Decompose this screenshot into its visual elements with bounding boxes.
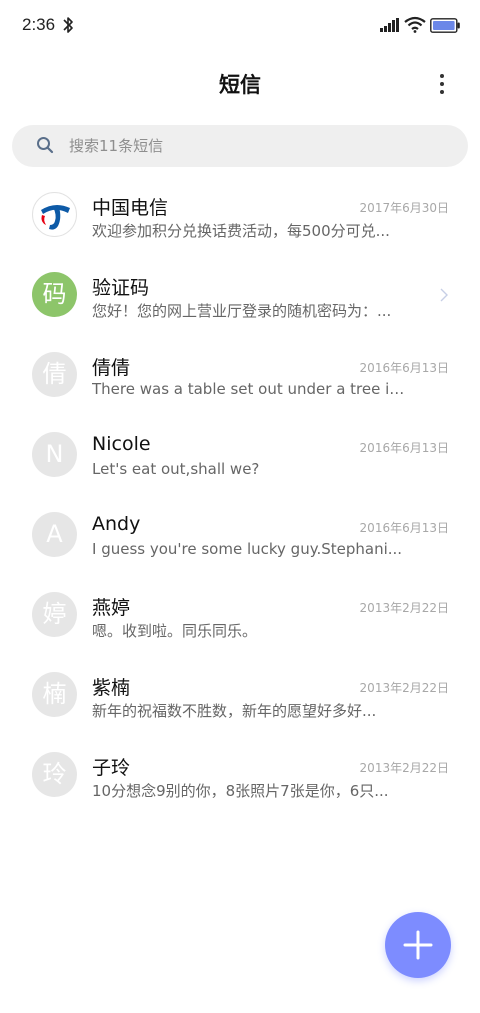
- conversation-date: 2013年2月22日: [359, 681, 449, 695]
- avatar: N: [32, 432, 77, 477]
- avatar: 码: [32, 272, 77, 317]
- conversation-preview: I guess you're some lucky guy.Stephani..…: [92, 540, 403, 558]
- more-vertical-icon[interactable]: [430, 71, 454, 97]
- conversation-item[interactable]: N Nicole 2016年6月13日 Let's eat out,shall …: [0, 416, 480, 496]
- conversation-name: 中国电信: [92, 197, 169, 219]
- conversation-date: 2016年6月13日: [359, 361, 449, 375]
- conversation-name: 燕婷: [92, 597, 131, 619]
- avatar: 倩: [32, 352, 77, 397]
- status-time: 2:36: [22, 15, 56, 34]
- conversation-item[interactable]: 楠 紫楠 2013年2月22日 新年的祝福数不胜数，新年的愿望好多好...: [0, 656, 480, 736]
- page-title: 短信: [219, 73, 261, 97]
- conversation-item[interactable]: 倩 倩倩 2016年6月13日 There was a table set ou…: [0, 336, 480, 416]
- conversation-date: 2016年6月13日: [359, 441, 449, 455]
- conversation-date: 2017年6月30日: [359, 201, 449, 215]
- bluetooth-icon: [63, 17, 73, 33]
- conversation-date: 2013年2月22日: [359, 601, 449, 615]
- conversation-preview: 10分想念9别的你，8张照片7张是你，6只...: [92, 782, 389, 800]
- conversation-item[interactable]: A Andy 2016年6月13日 I guess you're some lu…: [0, 496, 480, 576]
- chevron-right-icon[interactable]: [439, 287, 449, 303]
- conversation-preview: 您好！您的网上营业厅登录的随机密码为：...: [92, 302, 392, 320]
- conversation-item[interactable]: 中国电信 2017年6月30日 欢迎参加积分兑换话费活动，每500分可兑...: [0, 176, 480, 256]
- avatar: 玲: [32, 752, 77, 797]
- conversation-preview: There was a table set out under a tree i…: [92, 380, 412, 398]
- china-telecom-logo-icon: [32, 192, 77, 237]
- conversation-name: 验证码: [92, 277, 150, 299]
- conversation-item[interactable]: 婷 燕婷 2013年2月22日 嗯。收到啦。同乐同乐。: [0, 576, 480, 656]
- conversation-name: Nicole: [92, 433, 151, 455]
- search-input[interactable]: [69, 125, 449, 167]
- conversation-preview: 新年的祝福数不胜数，新年的愿望好多好...: [92, 702, 377, 720]
- status-bar: 2:36: [0, 0, 480, 52]
- conversation-preview: Let's eat out,shall we?: [92, 460, 260, 478]
- avatar: 婷: [32, 592, 77, 637]
- conversation-item[interactable]: 码 验证码 您好！您的网上营业厅登录的随机密码为：...: [0, 256, 480, 336]
- avatar: 楠: [32, 672, 77, 717]
- signal-icon: [380, 18, 399, 32]
- conversation-date: 2016年6月13日: [359, 521, 449, 535]
- conversation-preview: 欢迎参加积分兑换话费活动，每500分可兑...: [92, 222, 390, 240]
- conversation-item[interactable]: 玲 子玲 2013年2月22日 10分想念9别的你，8张照片7张是你，6只...: [0, 736, 480, 816]
- plus-icon: [403, 930, 433, 960]
- conversation-name: 倩倩: [92, 357, 131, 379]
- new-message-button[interactable]: [385, 912, 451, 978]
- conversation-name: 紫楠: [92, 677, 131, 699]
- conversation-name: Andy: [92, 513, 141, 535]
- conversation-preview: 嗯。收到啦。同乐同乐。: [92, 622, 258, 640]
- avatar: A: [32, 512, 77, 557]
- conversation-list: 中国电信 2017年6月30日 欢迎参加积分兑换话费活动，每500分可兑... …: [0, 176, 480, 816]
- search-bar[interactable]: [12, 125, 468, 167]
- battery-icon: [430, 18, 460, 33]
- app-header: 短信: [0, 52, 480, 116]
- conversation-name: 子玲: [92, 757, 131, 779]
- search-icon: [37, 137, 54, 154]
- wifi-icon: [404, 16, 426, 33]
- conversation-date: 2013年2月22日: [359, 761, 449, 775]
